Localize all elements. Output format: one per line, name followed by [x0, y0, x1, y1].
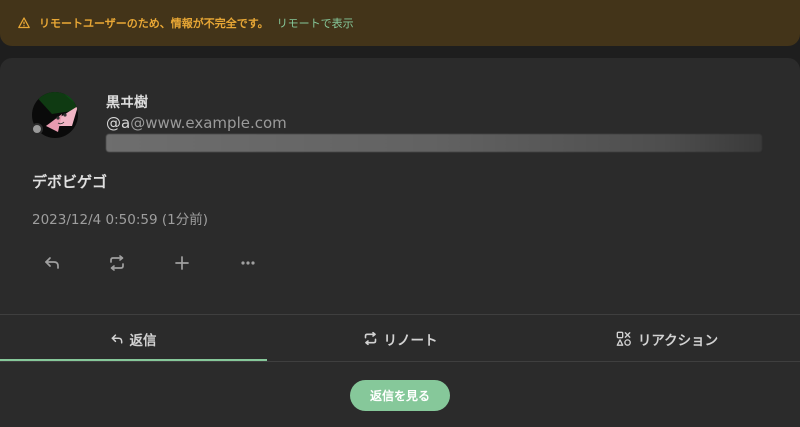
reply-icon [110, 332, 124, 346]
online-status-indicator [31, 123, 43, 135]
renote-icon [363, 331, 378, 346]
tab-replies-label: 返信 [129, 332, 157, 349]
reaction-icon [616, 331, 632, 347]
warning-icon [18, 17, 30, 29]
tab-reactions[interactable]: リアクション [534, 315, 800, 362]
tab-renotes-label: リノート [383, 332, 438, 349]
username-host: @www.example.com [130, 114, 287, 132]
avatar[interactable] [31, 92, 78, 138]
tab-replies[interactable]: 返信 [0, 315, 266, 362]
reply-button[interactable] [40, 251, 64, 275]
add-reaction-button[interactable] [170, 251, 194, 275]
view-replies-button[interactable]: 返信を見る [350, 380, 450, 411]
more-icon [241, 261, 255, 265]
note-detail-card: 黒ヰ樹 @a@www.example.com デボビゲゴ 2023/12/4 0… [0, 58, 800, 427]
tab-reactions-label: リアクション [637, 332, 719, 349]
reply-icon [45, 257, 59, 269]
blurred-profile-description [106, 134, 762, 152]
tab-renotes[interactable]: リノート [267, 315, 533, 362]
remote-user-warning-banner: リモートユーザーのため、情報が不完全です。 リモートで表示 [0, 0, 800, 46]
renote-button[interactable] [105, 251, 129, 275]
tabs-bottom-divider [0, 361, 800, 362]
warning-text: リモートユーザーのため、情報が不完全です。 [39, 17, 269, 30]
renote-icon [110, 255, 124, 271]
note-text: デボビゲゴ [32, 173, 108, 191]
more-options-button[interactable] [236, 251, 260, 275]
plus-icon [175, 256, 189, 270]
author-username[interactable]: @a@www.example.com [106, 114, 287, 132]
author-display-name[interactable]: 黒ヰ樹 [106, 92, 148, 112]
username-local: @a [106, 114, 131, 132]
note-timestamp[interactable]: 2023/12/4 0:50:59 (1分前) [32, 208, 208, 228]
view-remote-link[interactable]: リモートで表示 [277, 15, 354, 31]
